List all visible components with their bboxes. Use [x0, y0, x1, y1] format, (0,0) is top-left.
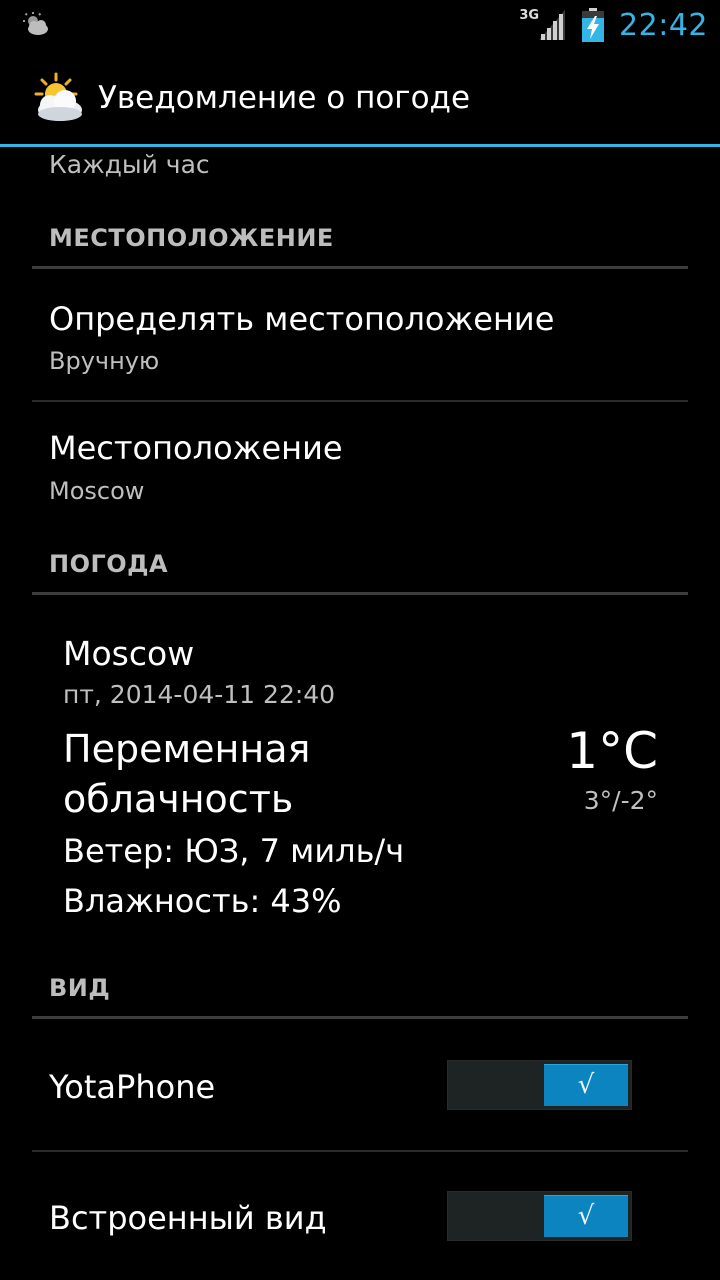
pref-location-summary: Moscow: [49, 477, 145, 505]
builtin-view-toggle[interactable]: √: [447, 1191, 632, 1241]
weather-humidity: Влажность: 43%: [63, 882, 342, 920]
yotaphone-toggle[interactable]: √: [447, 1060, 632, 1110]
pref-yotaphone-title: YotaPhone: [49, 1068, 216, 1106]
pref-detect-location-title: Определять местоположение: [49, 300, 555, 338]
weather-datetime: пт, 2014-04-11 22:40: [63, 680, 336, 709]
page-title: Уведомление о погоде: [98, 80, 471, 116]
signal-icon: [539, 10, 566, 40]
weather-app-icon[interactable]: [30, 72, 86, 124]
weather-temperature: 1°C: [566, 722, 658, 780]
item-divider: [32, 400, 688, 402]
pref-detect-location-summary: Вручную: [49, 347, 160, 375]
pref-location-title: Местоположение: [49, 429, 343, 467]
update-interval-summary[interactable]: Каждый час: [49, 150, 210, 179]
category-divider: [32, 1016, 688, 1019]
toggle-on-knob: √: [544, 1064, 628, 1106]
weather-temperature-range: 3°/-2°: [583, 786, 658, 815]
action-bar-divider: [0, 144, 720, 147]
status-bar: 3G 22:42: [0, 0, 720, 50]
item-divider: [32, 1150, 688, 1152]
battery-charging-icon: [582, 8, 605, 42]
weather-condition: Переменная облачность: [63, 727, 311, 821]
weather-wind: Ветер: ЮЗ, 7 миль/ч: [63, 832, 405, 870]
action-bar: Уведомление о погоде: [0, 50, 720, 144]
category-divider: [32, 592, 688, 595]
network-type-label: 3G: [519, 7, 540, 23]
clock: 22:42: [619, 7, 708, 43]
weather-notification-icon: [23, 12, 48, 35]
toggle-on-knob: √: [544, 1195, 628, 1237]
category-weather-header: ПОГОДА: [49, 550, 169, 578]
pref-builtin-view-title: Встроенный вид: [49, 1199, 327, 1237]
category-view-header: ВИД: [49, 974, 111, 1002]
weather-city: Moscow: [63, 634, 195, 673]
category-location-header: МЕСТОПОЛОЖЕНИЕ: [49, 224, 334, 252]
category-divider: [32, 266, 688, 269]
